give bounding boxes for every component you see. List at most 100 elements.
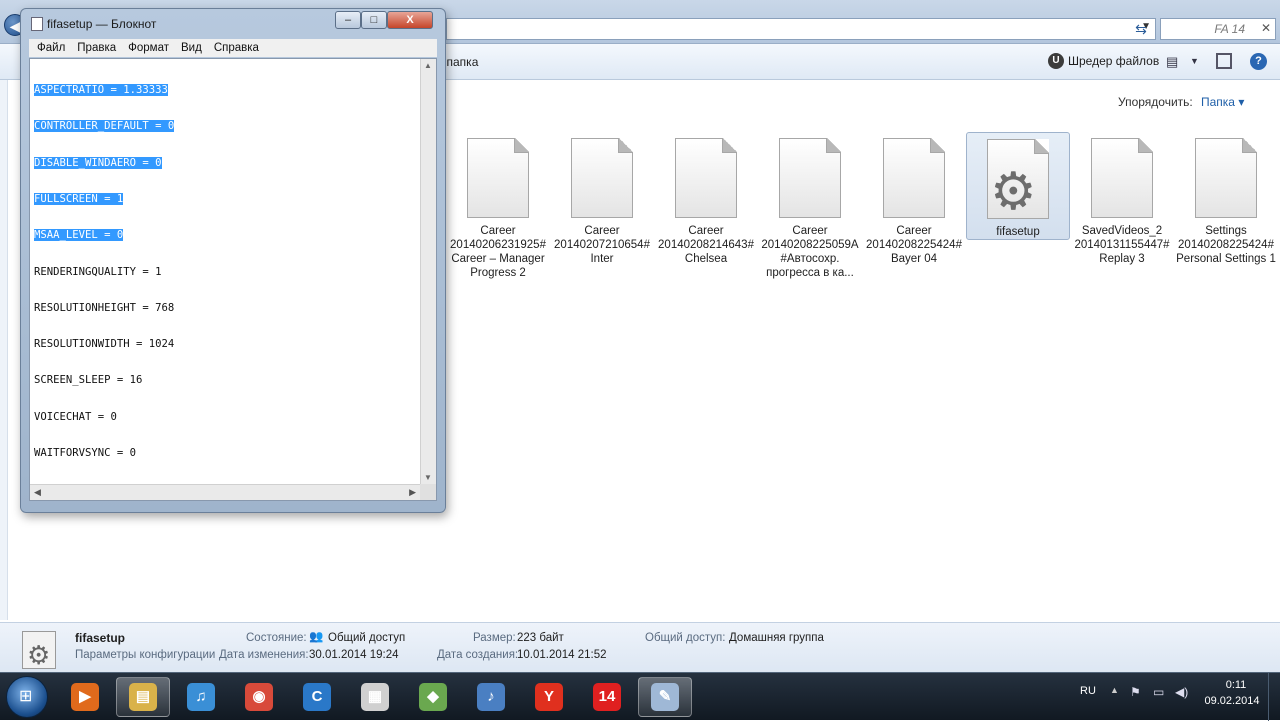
view-options-icon[interactable]: ▤ — [1166, 54, 1178, 70]
scroll-up-icon[interactable]: ▲ — [424, 61, 432, 70]
chrome-browser-icon: ◉ — [245, 683, 273, 711]
music-app-icon: ♫ — [187, 683, 215, 711]
notepad-window: fifasetup — Блокнот – □ X Файл Правка Фо… — [20, 8, 446, 513]
arrange-by-label: Упорядочить: — [1118, 95, 1193, 109]
file-item[interactable]: SavedVideos_2 20140131155447# Replay 3 — [1070, 132, 1174, 266]
android-app-icon: ◆ — [419, 683, 447, 711]
taskbar-item-chrome-browser[interactable]: ◉ — [232, 677, 286, 717]
editor-line: SCREEN_SLEEP = 16 — [34, 374, 174, 386]
horizontal-scrollbar[interactable]: ◀ ▶ — [30, 484, 436, 500]
preview-pane-icon[interactable] — [1216, 53, 1232, 69]
close-icon[interactable]: ✕ — [1261, 21, 1271, 35]
file-name: SavedVideos_2 20140131155447# Replay 3 — [1074, 225, 1170, 265]
editor-line: ASPECTRATIO = 1.33333 — [34, 84, 174, 97]
taskbar-item-notepad[interactable]: ✎ — [638, 677, 692, 717]
editor-line-text: RESOLUTIONHEIGHT = 768 — [34, 301, 175, 314]
address-bar[interactable]: ▼ — [446, 18, 1156, 40]
scroll-left-icon[interactable]: ◀ — [34, 487, 41, 498]
file-icon — [779, 138, 841, 218]
windows-logo-icon: ⊞ — [19, 688, 33, 705]
editor-line-text: RESOLUTIONWIDTH = 1024 — [34, 338, 175, 351]
start-button[interactable]: ⊞ — [6, 676, 48, 718]
action-center-flag-icon[interactable]: ⚑ — [1130, 685, 1141, 699]
taskbar-item-android-app[interactable]: ◆ — [406, 677, 460, 717]
media-player-icon: ▶ — [71, 683, 99, 711]
scroll-right-icon[interactable]: ▶ — [409, 487, 416, 498]
show-desktop-button[interactable] — [1268, 673, 1280, 721]
file-item[interactable]: Settings 20140208225424# Personal Settin… — [1174, 132, 1278, 266]
explorer-folder-icon: ▤ — [129, 683, 157, 711]
editor-line: CONTROLLER_DEFAULT = 0 — [34, 120, 175, 133]
volume-icon[interactable]: ◀) — [1175, 685, 1188, 699]
editor-line: VOICECHAT = 0 — [34, 411, 174, 423]
notepad-icon — [31, 17, 43, 31]
details-size-key: Размер: — [473, 632, 516, 644]
file-item[interactable]: Career 20140206231925# Career – Manager … — [446, 132, 550, 280]
gear-icon: ⚙ — [990, 163, 1037, 221]
taskbar-item-fifa-14-game[interactable]: 14 — [580, 677, 634, 717]
vertical-scrollbar[interactable]: ▲ ▼ — [420, 59, 436, 484]
file-name: fifasetup — [996, 226, 1040, 238]
file-name: Career 20140208225059A #Автосохр. прогре… — [761, 225, 859, 279]
maximize-button[interactable]: □ — [361, 11, 387, 29]
file-icon — [883, 138, 945, 218]
taskbar-item-itunes[interactable]: ♪ — [464, 677, 518, 717]
details-shared-key: Общий доступ: — [645, 632, 726, 644]
search-input-text: FA 14 — [1214, 22, 1245, 36]
menu-file[interactable]: Файл — [37, 42, 65, 54]
file-shredder-label: Шредер файлов — [1068, 54, 1160, 68]
menu-format[interactable]: Формат — [128, 42, 169, 54]
details-file-name: fifasetup — [75, 631, 126, 645]
clock-time[interactable]: 0:11 — [1214, 679, 1258, 691]
details-size-value: 223 байт — [517, 632, 564, 644]
file-icon — [571, 138, 633, 218]
editor-line: MSAA_LEVEL = 0 — [34, 229, 174, 242]
document-viewer-icon: ▦ — [361, 683, 389, 711]
menu-edit[interactable]: Правка — [77, 42, 116, 54]
chevron-down-icon[interactable]: ▼ — [1190, 56, 1199, 66]
details-created-key: Дата создания: — [437, 649, 519, 661]
menu-help[interactable]: Справка — [214, 42, 259, 54]
file-shredder-button[interactable]: U Шредер файлов — [1048, 53, 1159, 69]
text-editor-area[interactable]: ASPECTRATIO = 1.33333 CONTROLLER_DEFAULT… — [29, 58, 437, 501]
close-button[interactable]: X — [387, 11, 433, 29]
file-item[interactable]: Career 20140208214643# Chelsea — [654, 132, 758, 266]
language-indicator[interactable]: RU — [1080, 685, 1096, 697]
show-hidden-icons-icon[interactable]: ▲ — [1110, 685, 1119, 695]
file-item[interactable]: Career 20140208225059A #Автосохр. прогре… — [758, 132, 862, 280]
taskbar-item-document-viewer[interactable]: ▦ — [348, 677, 402, 717]
editor-line-text: RENDERINGQUALITY = 1 — [34, 265, 162, 278]
file-item-selected[interactable]: ⚙ fifasetup — [966, 132, 1070, 240]
editor-line-text: VOICECHAT = 0 — [34, 410, 117, 423]
taskbar-item-ccleaner[interactable]: C — [290, 677, 344, 717]
file-icon — [675, 138, 737, 218]
clock-date[interactable]: 09.02.2014 — [1204, 695, 1260, 707]
editor-line-text: CONTROLLER_DEFAULT = 0 — [34, 120, 175, 133]
file-item[interactable]: Career 20140207210654# Inter — [550, 132, 654, 266]
share-users-icon: 👥 — [309, 631, 324, 643]
arrange-by-dropdown[interactable]: Папка ▾ — [1201, 95, 1244, 109]
minimize-button[interactable]: – — [335, 11, 361, 29]
details-created-value: 10.01.2014 21:52 — [517, 649, 607, 661]
settings-file-icon: ⚙ — [22, 631, 56, 669]
menu-view[interactable]: Вид — [181, 42, 202, 54]
editor-line-text: WAITFORVSYNC = 0 — [34, 447, 137, 459]
editor-line-text: SCREEN_SLEEP = 16 — [34, 374, 143, 387]
taskbar-item-explorer-folder[interactable]: ▤ — [116, 677, 170, 717]
details-modified-key: Дата изменения: — [219, 649, 309, 661]
taskbar-item-yandex-browser[interactable]: Y — [522, 677, 576, 717]
refresh-icon[interactable]: ⇆ — [1128, 19, 1154, 39]
search-input[interactable]: FA 14 ✕ — [1160, 18, 1276, 40]
file-name: Career 20140207210654# Inter — [554, 225, 650, 265]
taskbar-item-music-app[interactable]: ♫ — [174, 677, 228, 717]
network-icon[interactable]: ▭ — [1153, 685, 1164, 699]
taskbar-item-media-player[interactable]: ▶ — [58, 677, 112, 717]
scroll-down-icon[interactable]: ▼ — [424, 473, 432, 482]
help-icon[interactable]: ? — [1250, 53, 1267, 70]
notepad-titlebar: fifasetup — Блокнот — [31, 17, 156, 31]
editor-line-text: FULLSCREEN = 1 — [34, 193, 124, 206]
file-icon — [467, 138, 529, 218]
file-item[interactable]: Career 20140208225424# Bayer 04 — [862, 132, 966, 266]
resize-grip[interactable] — [420, 484, 436, 500]
window-title: fifasetup — Блокнот — [47, 17, 157, 31]
